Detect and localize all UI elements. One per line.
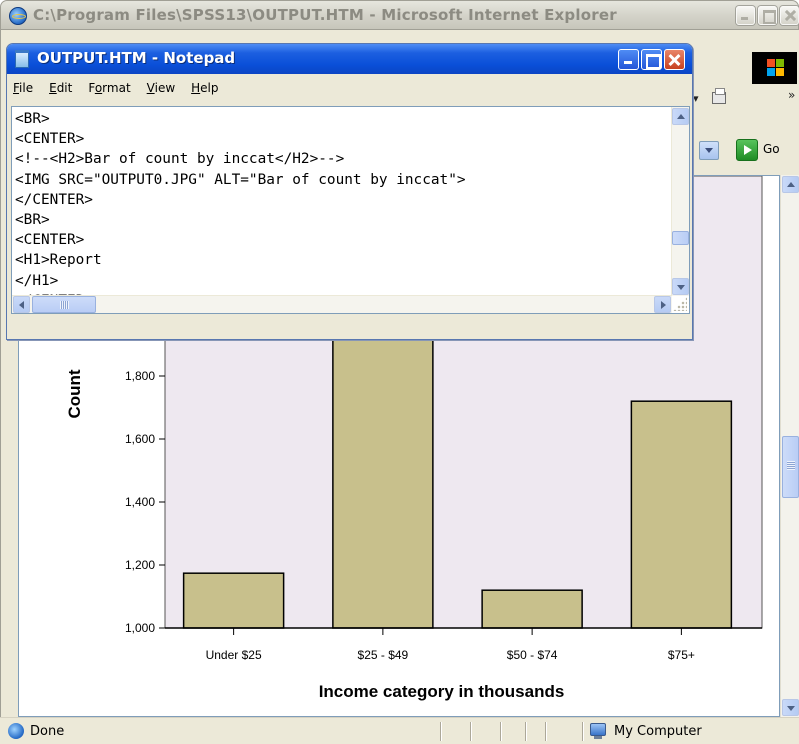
notepad-close-button[interactable] bbox=[664, 49, 685, 70]
y-axis-title: Count bbox=[65, 369, 84, 418]
notepad-content[interactable]: <BR> <CENTER> <!--<H2>Bar of count by incc… bbox=[15, 109, 665, 299]
notepad-hscroll-thumb[interactable] bbox=[32, 296, 96, 313]
notepad-vscroll-thumb[interactable] bbox=[672, 231, 689, 245]
ie-titlebar[interactable]: C:\Program Files\SPSS13\OUTPUT.HTM - Mic… bbox=[0, 0, 799, 30]
y-tick-label: 1,800 bbox=[125, 369, 155, 383]
notepad-scroll-left-button[interactable] bbox=[13, 296, 30, 313]
y-tick-label: 1,000 bbox=[125, 621, 155, 635]
notepad-text-line: <CENTER> bbox=[15, 131, 85, 148]
y-tick-label: 1,400 bbox=[125, 495, 155, 509]
page-status-icon bbox=[8, 723, 24, 739]
notepad-menu-help[interactable]: Help bbox=[189, 81, 220, 101]
toolbar-overflow-icon[interactable]: » bbox=[788, 88, 795, 102]
bar bbox=[182, 572, 285, 629]
x-tick-label: Under $25 bbox=[206, 648, 262, 662]
y-tick-label: 1,600 bbox=[125, 432, 155, 446]
notepad-text-line: <CENTER> bbox=[15, 232, 85, 249]
notepad-window[interactable]: OUTPUT.HTM - Notepad File Edit Format View H… bbox=[6, 43, 693, 340]
x-tick-label: $75+ bbox=[668, 648, 695, 662]
scroll-down-button[interactable] bbox=[782, 699, 799, 716]
notepad-text-line: <H1>Report bbox=[15, 252, 102, 269]
ie-window-title: C:\Program Files\SPSS13\OUTPUT.HTM - Mic… bbox=[33, 6, 617, 24]
x-axis-title: Income category in thousands bbox=[319, 682, 565, 701]
notepad-menu-format[interactable]: Format bbox=[86, 81, 132, 101]
notepad-titlebar[interactable]: OUTPUT.HTM - Notepad bbox=[7, 44, 692, 74]
my-computer-icon bbox=[590, 723, 606, 739]
status-divider bbox=[582, 722, 584, 741]
notepad-menu-view[interactable]: View bbox=[145, 81, 177, 101]
go-arrow-icon[interactable] bbox=[736, 139, 758, 161]
notepad-minimize-button[interactable] bbox=[618, 49, 639, 70]
status-divider bbox=[525, 722, 527, 741]
security-zone-label: My Computer bbox=[614, 724, 702, 739]
notepad-menubar: File Edit Format View Help bbox=[11, 81, 233, 101]
page-vertical-scrollbar[interactable] bbox=[780, 175, 799, 717]
notepad-icon bbox=[15, 50, 29, 68]
notepad-text-line: <IMG SRC="OUTPUT0.JPG" ALT="Bar of count… bbox=[15, 171, 466, 188]
notepad-text-line: </CENTER> bbox=[15, 191, 93, 208]
status-divider bbox=[545, 722, 547, 741]
notepad-horizontal-scrollbar[interactable] bbox=[12, 295, 672, 313]
notepad-scroll-up-button[interactable] bbox=[672, 108, 689, 125]
scroll-thumb[interactable] bbox=[782, 436, 799, 498]
internet-explorer-icon bbox=[9, 7, 27, 25]
notepad-text-line: <!--<H2>Bar of count by inccat</H2>--> bbox=[15, 151, 345, 168]
go-button-label[interactable]: Go bbox=[763, 142, 780, 156]
print-icon[interactable] bbox=[712, 88, 726, 104]
bar bbox=[481, 589, 583, 629]
notepad-text-line: </H1> bbox=[15, 272, 59, 289]
status-bar: Done My Computer bbox=[0, 717, 799, 744]
notepad-scroll-down-button[interactable] bbox=[672, 278, 689, 295]
status-divider bbox=[500, 722, 502, 741]
bar bbox=[630, 400, 733, 629]
x-tick-label: $50 - $74 bbox=[507, 648, 558, 662]
scroll-up-button[interactable] bbox=[782, 176, 799, 193]
notepad-text-area[interactable]: <BR> <CENTER> <!--<H2>Bar of count by incc… bbox=[11, 106, 690, 314]
y-tick-label: 1,200 bbox=[125, 558, 155, 572]
status-text: Done bbox=[30, 724, 65, 739]
notepad-maximize-button[interactable] bbox=[641, 49, 662, 70]
status-divider bbox=[440, 722, 442, 741]
notepad-vertical-scrollbar[interactable] bbox=[671, 107, 689, 296]
notepad-menu-file[interactable]: File bbox=[11, 81, 35, 101]
windows-logo-icon bbox=[752, 52, 797, 84]
notepad-scroll-right-button[interactable] bbox=[654, 296, 671, 313]
address-dropdown-button[interactable] bbox=[699, 141, 719, 160]
notepad-text-line: <BR> bbox=[15, 212, 50, 229]
notepad-title: OUTPUT.HTM - Notepad bbox=[37, 49, 236, 67]
status-divider bbox=[470, 722, 472, 741]
ie-maximize-button[interactable] bbox=[758, 6, 777, 25]
x-tick-label: $25 - $49 bbox=[358, 648, 409, 662]
ie-minimize-button[interactable] bbox=[736, 6, 755, 25]
notepad-menu-edit[interactable]: Edit bbox=[47, 81, 74, 101]
resize-grip-icon[interactable] bbox=[673, 297, 687, 311]
notepad-text-line: <BR> bbox=[15, 111, 50, 127]
toolbar-dropdown-arrow-icon[interactable]: ▾ bbox=[693, 92, 699, 105]
ie-close-button[interactable] bbox=[780, 6, 799, 25]
